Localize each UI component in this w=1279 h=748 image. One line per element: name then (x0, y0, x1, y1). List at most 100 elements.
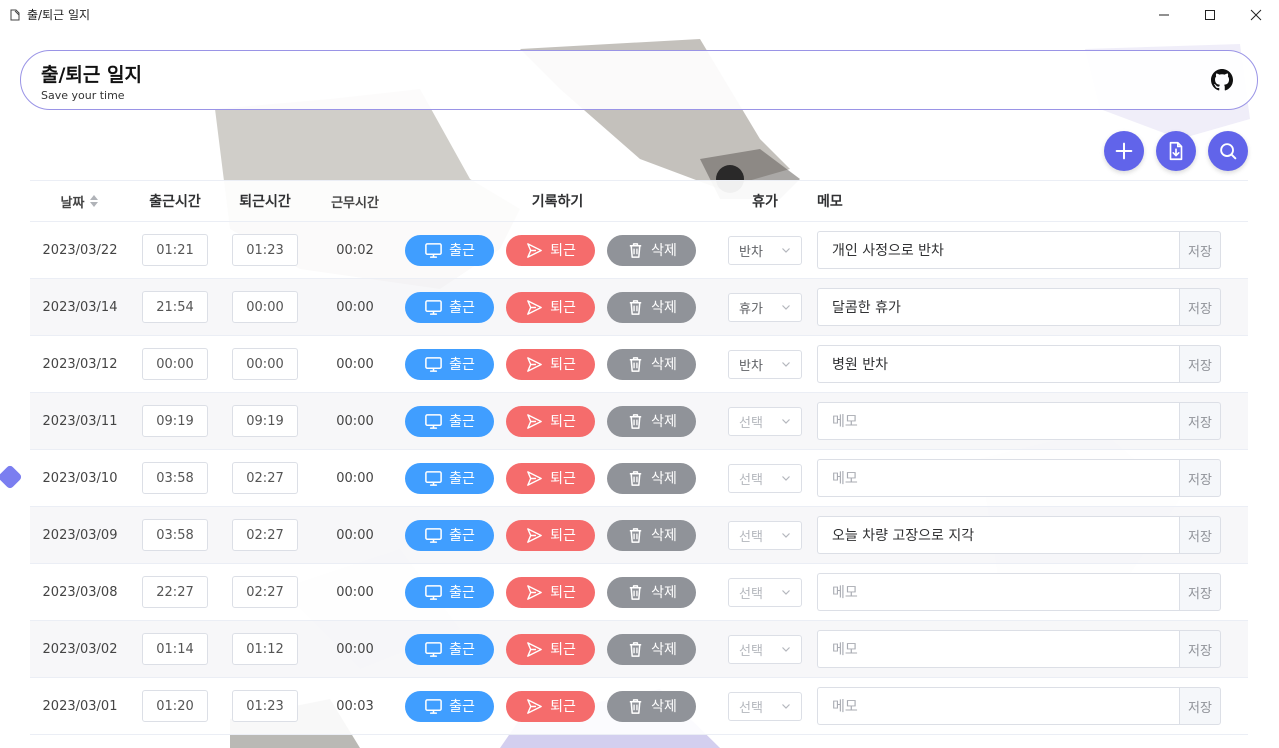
clock-in-button[interactable]: 출근 (405, 633, 494, 665)
delete-button[interactable]: 삭제 (607, 348, 696, 380)
header-date[interactable]: 날짜 (30, 192, 130, 211)
delete-button[interactable]: 삭제 (607, 234, 696, 266)
paper-plane-icon (527, 641, 542, 657)
paper-plane-icon (527, 299, 542, 315)
memo-input[interactable]: 메모 (817, 402, 1179, 440)
close-button[interactable] (1233, 0, 1279, 29)
clock-out-input[interactable]: 02:27 (232, 519, 298, 551)
memo-save-button[interactable]: 저장 (1179, 288, 1221, 326)
monitor-icon (425, 641, 442, 657)
chevron-down-icon (782, 362, 790, 367)
memo-save-button[interactable]: 저장 (1179, 516, 1221, 554)
clock-in-input[interactable]: 03:58 (142, 519, 208, 551)
delete-button[interactable]: 삭제 (607, 462, 696, 494)
maximize-button[interactable] (1187, 0, 1233, 29)
clock-out-button[interactable]: 퇴근 (506, 348, 595, 380)
clock-in-input[interactable]: 01:20 (142, 690, 208, 722)
clock-out-button[interactable]: 퇴근 (506, 519, 595, 551)
clock-out-button[interactable]: 퇴근 (506, 576, 595, 608)
trash-icon (629, 356, 642, 372)
memo-input[interactable]: 오늘 차량 고장으로 지각 (817, 516, 1179, 554)
leave-select-value: 반차 (739, 358, 763, 374)
clock-in-button[interactable]: 출근 (405, 348, 494, 380)
delete-button[interactable]: 삭제 (607, 405, 696, 437)
delete-button[interactable]: 삭제 (607, 519, 696, 551)
clock-in-button[interactable]: 출근 (405, 519, 494, 551)
memo-input[interactable]: 달콤한 휴가 (817, 288, 1179, 326)
clock-in-input[interactable]: 22:27 (142, 576, 208, 608)
paper-plane-icon (527, 584, 542, 600)
minimize-button[interactable] (1141, 0, 1187, 29)
clock-in-input[interactable]: 03:58 (142, 462, 208, 494)
clock-in-label: 출근 (449, 300, 475, 316)
leave-select[interactable]: 반차 (728, 349, 802, 379)
memo-input[interactable]: 메모 (817, 573, 1179, 611)
chevron-down-icon (782, 248, 790, 253)
memo-save-button[interactable]: 저장 (1179, 459, 1221, 497)
clock-in-label: 출근 (449, 357, 475, 373)
memo-input[interactable]: 메모 (817, 459, 1179, 497)
clock-in-input[interactable]: 21:54 (142, 291, 208, 323)
leave-select[interactable]: 선택 (728, 691, 802, 721)
clock-out-input[interactable]: 00:00 (232, 291, 298, 323)
header-memo: 메모 (817, 194, 843, 210)
clock-out-input[interactable]: 01:23 (232, 690, 298, 722)
clock-out-input[interactable]: 02:27 (232, 462, 298, 494)
leave-select[interactable]: 선택 (728, 520, 802, 550)
row-work-time: 00:00 (336, 641, 374, 657)
leave-select[interactable]: 선택 (728, 406, 802, 436)
delete-button[interactable]: 삭제 (607, 291, 696, 323)
memo-group: 메모 저장 (817, 459, 1221, 497)
clock-out-input[interactable]: 01:23 (232, 234, 298, 266)
leave-select[interactable]: 선택 (728, 634, 802, 664)
memo-save-button[interactable]: 저장 (1179, 630, 1221, 668)
clock-in-button[interactable]: 출근 (405, 576, 494, 608)
monitor-icon (425, 299, 442, 315)
clock-out-input[interactable]: 02:27 (232, 576, 298, 608)
memo-save-button[interactable]: 저장 (1179, 231, 1221, 269)
memo-input[interactable]: 개인 사정으로 반차 (817, 231, 1179, 269)
leave-select[interactable]: 휴가 (728, 292, 802, 322)
clock-out-button[interactable]: 퇴근 (506, 405, 595, 437)
search-button[interactable] (1208, 131, 1248, 171)
clock-out-button[interactable]: 퇴근 (506, 291, 595, 323)
clock-in-input[interactable]: 09:19 (142, 405, 208, 437)
clock-in-button[interactable]: 출근 (405, 405, 494, 437)
clock-out-button[interactable]: 퇴근 (506, 234, 595, 266)
clock-in-input[interactable]: 01:21 (142, 234, 208, 266)
table-row: 2023/03/14 21:54 00:00 00:00 출근 퇴근 삭제 휴가… (30, 279, 1248, 336)
delete-button[interactable]: 삭제 (607, 576, 696, 608)
memo-save-button[interactable]: 저장 (1179, 687, 1221, 725)
leave-select[interactable]: 선택 (728, 577, 802, 607)
minimize-icon (1159, 14, 1169, 15)
clock-out-button[interactable]: 퇴근 (506, 633, 595, 665)
clock-out-button[interactable]: 퇴근 (506, 690, 595, 722)
memo-save-button[interactable]: 저장 (1179, 573, 1221, 611)
clock-in-button[interactable]: 출근 (405, 234, 494, 266)
trash-icon (629, 584, 642, 600)
clock-in-input[interactable]: 01:14 (142, 633, 208, 665)
clock-in-button[interactable]: 출근 (405, 462, 494, 494)
delete-label: 삭제 (651, 699, 677, 715)
add-button[interactable] (1104, 131, 1144, 171)
delete-button[interactable]: 삭제 (607, 633, 696, 665)
memo-input[interactable]: 메모 (817, 630, 1179, 668)
clock-out-input[interactable]: 00:00 (232, 348, 298, 380)
memo-save-button[interactable]: 저장 (1179, 402, 1221, 440)
sort-icon[interactable] (89, 194, 99, 208)
clock-in-input[interactable]: 00:00 (142, 348, 208, 380)
memo-input[interactable]: 메모 (817, 687, 1179, 725)
clock-out-input[interactable]: 09:19 (232, 405, 298, 437)
clock-out-button[interactable]: 퇴근 (506, 462, 595, 494)
leave-select[interactable]: 반차 (728, 235, 802, 265)
github-icon[interactable] (1211, 69, 1233, 91)
clock-in-button[interactable]: 출근 (405, 690, 494, 722)
clock-out-input[interactable]: 01:12 (232, 633, 298, 665)
delete-button[interactable]: 삭제 (607, 690, 696, 722)
clock-in-button[interactable]: 출근 (405, 291, 494, 323)
leave-select[interactable]: 선택 (728, 463, 802, 493)
export-button[interactable] (1156, 131, 1196, 171)
memo-input[interactable]: 병원 반차 (817, 345, 1179, 383)
chevron-down-icon (782, 305, 790, 310)
memo-save-button[interactable]: 저장 (1179, 345, 1221, 383)
